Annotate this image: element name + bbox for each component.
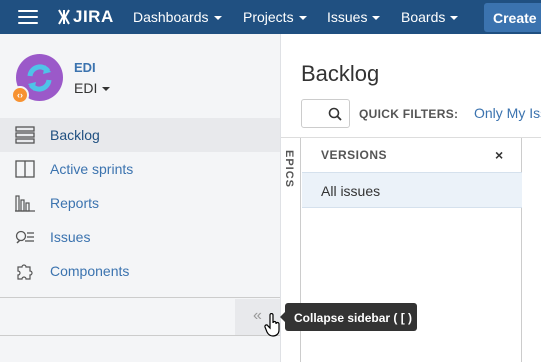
- nav-dashboards[interactable]: Dashboards: [133, 9, 222, 25]
- menu-icon[interactable]: [18, 10, 38, 24]
- logo-text: JIRA: [73, 7, 114, 26]
- chevron-down-icon: [213, 16, 222, 20]
- sidebar-item-label: Components: [50, 263, 130, 279]
- reports-icon: [15, 195, 35, 212]
- quick-filter-only-my-issues[interactable]: Only My Issues: [474, 105, 541, 121]
- versions-item-all-issues[interactable]: All issues: [302, 172, 522, 208]
- nav-boards[interactable]: Boards: [401, 9, 459, 25]
- issues-icon: [15, 230, 34, 244]
- close-icon[interactable]: ×: [495, 147, 503, 163]
- sidebar-item-active-sprints[interactable]: Active sprints: [0, 152, 280, 186]
- search-icon: [328, 107, 342, 121]
- chevron-down-icon: [102, 87, 111, 91]
- sidebar-item-issues[interactable]: Issues: [0, 220, 280, 254]
- backlog-icon: [15, 126, 35, 144]
- double-chevron-left-icon: «: [253, 307, 262, 324]
- search-input[interactable]: [301, 99, 350, 128]
- nav-issues-label: Issues: [327, 9, 368, 25]
- project-switcher[interactable]: EDI: [74, 80, 111, 96]
- sidebar-item-label: Active sprints: [50, 161, 134, 177]
- chevron-down-icon: [298, 16, 307, 20]
- nav-projects[interactable]: Projects: [243, 9, 307, 25]
- jira-logo[interactable]: JIRA: [57, 6, 114, 28]
- versions-title: VERSIONS: [321, 148, 388, 162]
- nav-projects-label: Projects: [243, 9, 294, 25]
- code-icon: ‹›: [11, 86, 29, 104]
- puzzle-icon: [17, 264, 33, 280]
- top-navigation-bar: JIRA Dashboards Projects Issues Boards C…: [0, 0, 541, 34]
- quick-filters-label: QUICK FILTERS:: [359, 107, 459, 121]
- nav-issues[interactable]: Issues: [327, 9, 381, 25]
- jira-logo-icon: [58, 9, 70, 25]
- project-sidebar: ‹› EDI EDI Backlog Active sprints Report…: [0, 34, 281, 362]
- sidebar-item-components[interactable]: Components: [0, 254, 280, 288]
- sidebar-divider: [0, 335, 280, 336]
- board-icon: [15, 160, 35, 178]
- sidebar-item-backlog[interactable]: Backlog: [0, 118, 280, 152]
- sidebar-item-label: Reports: [50, 195, 100, 211]
- nav-dashboards-label: Dashboards: [133, 9, 209, 25]
- sidebar-divider: [0, 297, 280, 298]
- collapse-sidebar-tooltip: Collapse sidebar ( [ ): [280, 303, 417, 331]
- create-button[interactable]: Create: [484, 3, 541, 32]
- jira-backlog-page: JIRA Dashboards Projects Issues Boards C…: [0, 0, 541, 362]
- sidebar-item-label: Issues: [50, 229, 91, 245]
- hand-cursor-icon: [264, 313, 280, 337]
- sidebar-item-reports[interactable]: Reports: [0, 186, 280, 220]
- chevron-down-icon: [372, 16, 381, 20]
- chevron-down-icon: [450, 16, 459, 20]
- epics-label: EPICS: [283, 150, 295, 189]
- page-title: Backlog: [301, 61, 380, 86]
- sidebar-menu: Backlog Active sprints Reports Issues Co…: [0, 118, 280, 288]
- sidebar-item-label: Backlog: [50, 127, 100, 143]
- project-type-label: EDI: [74, 80, 98, 96]
- project-name[interactable]: EDI: [74, 60, 96, 75]
- nav-boards-label: Boards: [401, 9, 446, 25]
